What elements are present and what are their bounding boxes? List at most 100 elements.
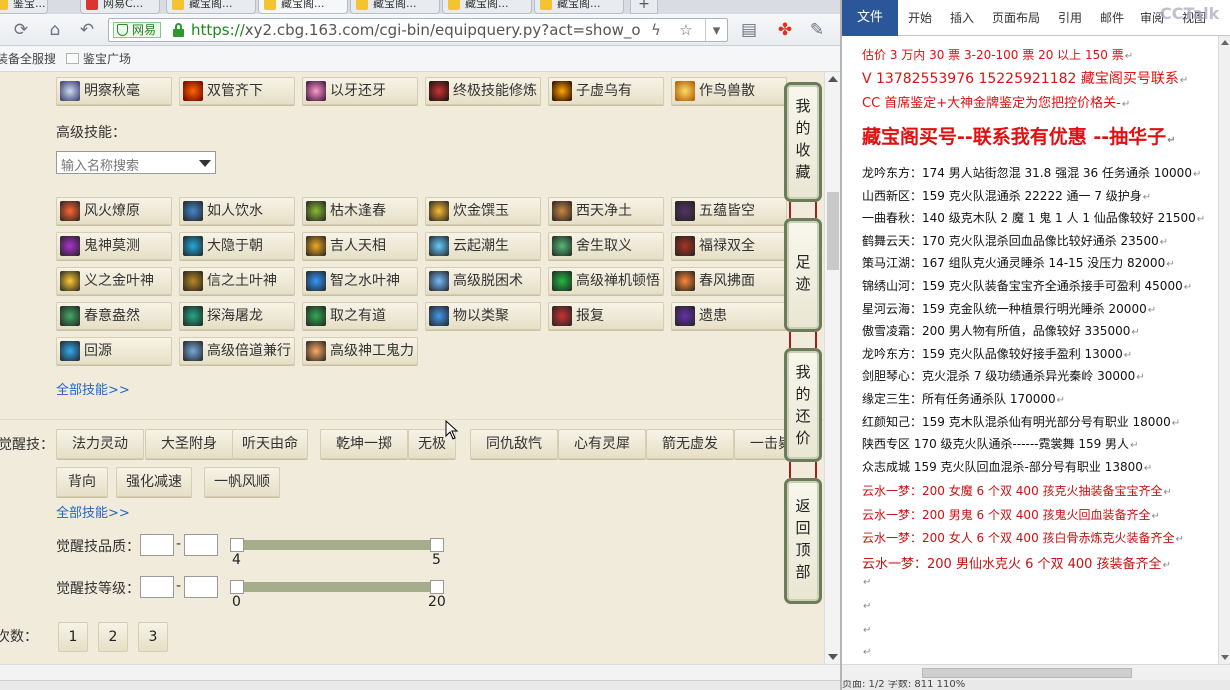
awaken-all-skills-link[interactable]: 全部技能>>: [56, 502, 130, 521]
awaken-skill-button[interactable]: 听天由命: [232, 429, 308, 459]
skill-button[interactable]: 五蕴皆空: [671, 197, 787, 225]
skill-button[interactable]: 高级脱困术: [425, 267, 541, 295]
scroll-thumb[interactable]: [922, 668, 1132, 678]
quality-slider-track[interactable]: [236, 540, 442, 550]
skill-button[interactable]: 物以类聚: [425, 302, 541, 330]
skill-button[interactable]: 春风拂面: [671, 267, 787, 295]
level-slider-track[interactable]: [236, 582, 442, 592]
browser-tab[interactable]: 藏宝阁...: [442, 0, 532, 14]
lightning-icon[interactable]: ϟ: [645, 19, 667, 41]
skill-search-select[interactable]: 输入名称搜索: [56, 151, 216, 174]
browser-tab[interactable]: 藏宝阁...: [534, 0, 624, 14]
browser-tab[interactable]: 鉴宝...: [0, 0, 48, 14]
my-favorites-nav[interactable]: 我的收藏: [784, 82, 822, 202]
awaken-skill-button[interactable]: 背向: [56, 467, 108, 497]
skill-button[interactable]: 如人饮水: [179, 197, 295, 225]
skill-button[interactable]: 回源: [56, 337, 172, 365]
skill-button[interactable]: 高级神工鬼力: [302, 337, 418, 365]
bookmark-item[interactable]: 装备全服搜: [0, 51, 56, 67]
home-icon[interactable]: ⌂: [44, 19, 66, 41]
wrench-icon[interactable]: ✎: [806, 19, 828, 41]
level-slider-max-handle[interactable]: [430, 580, 444, 594]
quality-slider-max-handle[interactable]: [430, 538, 444, 552]
tab-home[interactable]: 开始: [908, 0, 932, 36]
skill-button[interactable]: 吉人天相: [302, 232, 418, 260]
skill-button[interactable]: 枯木逢春: [302, 197, 418, 225]
skill-button[interactable]: 西天净土: [548, 197, 664, 225]
game-controller-icon[interactable]: ✤: [774, 19, 796, 41]
my-counteroffer-nav[interactable]: 我的还价: [784, 348, 822, 462]
skill-button[interactable]: 风火燎原: [56, 197, 172, 225]
browser-tab-active[interactable]: 藏宝阁...: [258, 0, 348, 14]
skill-button[interactable]: 取之有道: [302, 302, 418, 330]
scroll-down-icon[interactable]: [828, 654, 838, 660]
skill-button[interactable]: 终极技能修炼: [425, 77, 541, 105]
skill-button[interactable]: 作鸟兽散: [671, 77, 787, 105]
file-tab[interactable]: 文件: [842, 0, 898, 36]
scroll-up-icon[interactable]: [828, 76, 838, 82]
tab-page-layout[interactable]: 页面布局: [992, 0, 1040, 36]
quality-slider-min-handle[interactable]: [230, 538, 244, 552]
undo-icon[interactable]: ↶: [76, 19, 98, 41]
count-option-1[interactable]: 1: [58, 622, 88, 652]
menu-icon[interactable]: ▤: [738, 19, 760, 41]
new-tab-button[interactable]: +: [630, 0, 658, 14]
skill-button[interactable]: 以牙还牙: [302, 77, 418, 105]
skill-button[interactable]: 义之金叶神: [56, 267, 172, 295]
skill-button[interactable]: 遗患: [671, 302, 787, 330]
browser-tab[interactable]: 藏宝阁...: [350, 0, 440, 14]
scroll-down-icon[interactable]: [1221, 655, 1229, 660]
skill-button[interactable]: 舍生取义: [548, 232, 664, 260]
tab-insert[interactable]: 插入: [950, 0, 974, 36]
back-to-top-nav[interactable]: 返回顶部: [784, 478, 822, 604]
level-slider-min-handle[interactable]: [230, 580, 244, 594]
skill-button[interactable]: 子虚乌有: [548, 77, 664, 105]
count-option-2[interactable]: 2: [98, 622, 128, 652]
skill-button[interactable]: 春意盎然: [56, 302, 172, 330]
browser-tab[interactable]: 网易C...: [80, 0, 160, 14]
quality-min-input[interactable]: [140, 534, 174, 556]
skill-button[interactable]: 福禄双全: [671, 232, 787, 260]
scroll-up-icon[interactable]: [1221, 40, 1229, 45]
scroll-thumb[interactable]: [827, 192, 839, 270]
level-min-input[interactable]: [140, 576, 174, 598]
page-horizontal-scrollbar[interactable]: [0, 664, 840, 680]
all-skills-link[interactable]: 全部技能>>: [56, 379, 130, 398]
dropdown-arrow-icon[interactable]: ▾: [705, 19, 727, 41]
tab-references[interactable]: 引用: [1058, 0, 1082, 36]
skill-button[interactable]: 探海屠龙: [179, 302, 295, 330]
awaken-skill-button[interactable]: 同仇敌忾: [470, 429, 558, 459]
document-vertical-scrollbar[interactable]: [1218, 36, 1230, 664]
awaken-skill-button[interactable]: 心有灵犀: [558, 429, 646, 459]
address-bar[interactable]: 网易 https://xy2.cbg.163.com/cgi-bin/equip…: [108, 18, 728, 42]
skill-button[interactable]: 智之水叶神: [302, 267, 418, 295]
footprint-nav[interactable]: 足迹: [784, 218, 822, 332]
quality-max-input[interactable]: [184, 534, 218, 556]
count-option-3[interactable]: 3: [138, 622, 168, 652]
level-max-input[interactable]: [184, 576, 218, 598]
awaken-skill-button[interactable]: 法力灵动: [56, 429, 144, 459]
skill-button[interactable]: 炊金馔玉: [425, 197, 541, 225]
tab-mailings[interactable]: 邮件: [1100, 0, 1124, 36]
star-icon[interactable]: ☆: [675, 19, 697, 41]
skill-button[interactable]: 大隐于朝: [179, 232, 295, 260]
url-text[interactable]: https://xy2.cbg.163.com/cgi-bin/equipque…: [191, 21, 641, 39]
awaken-skill-button[interactable]: 大圣附身: [145, 429, 233, 459]
skill-button[interactable]: 云起潮生: [425, 232, 541, 260]
document-page[interactable]: 估价 3 万内 30 票 3-20-100 票 20 以上 150 票↵ V 1…: [842, 36, 1218, 664]
document-horizontal-scrollbar[interactable]: [842, 664, 1230, 680]
skill-button[interactable]: 高级禅机顿悟: [548, 267, 664, 295]
skill-button[interactable]: 明察秋毫: [56, 77, 172, 105]
bookmark-item[interactable]: 鉴宝广场: [66, 51, 131, 67]
awaken-skill-button[interactable]: 一帆风顺: [204, 467, 280, 497]
page-vertical-scrollbar[interactable]: [824, 72, 840, 664]
certificate-badge[interactable]: 网易: [113, 22, 162, 38]
skill-button[interactable]: 报复: [548, 302, 664, 330]
browser-tab[interactable]: 藏宝阁...: [166, 0, 256, 14]
awaken-skill-button[interactable]: 乾坤一掷: [320, 429, 408, 459]
skill-button[interactable]: 高级倍道兼行: [179, 337, 295, 365]
skill-button[interactable]: 信之土叶神: [179, 267, 295, 295]
skill-button[interactable]: 双管齐下: [179, 77, 295, 105]
refresh-icon[interactable]: ⟳: [10, 19, 32, 41]
awaken-skill-button[interactable]: 箭无虚发: [646, 429, 734, 459]
